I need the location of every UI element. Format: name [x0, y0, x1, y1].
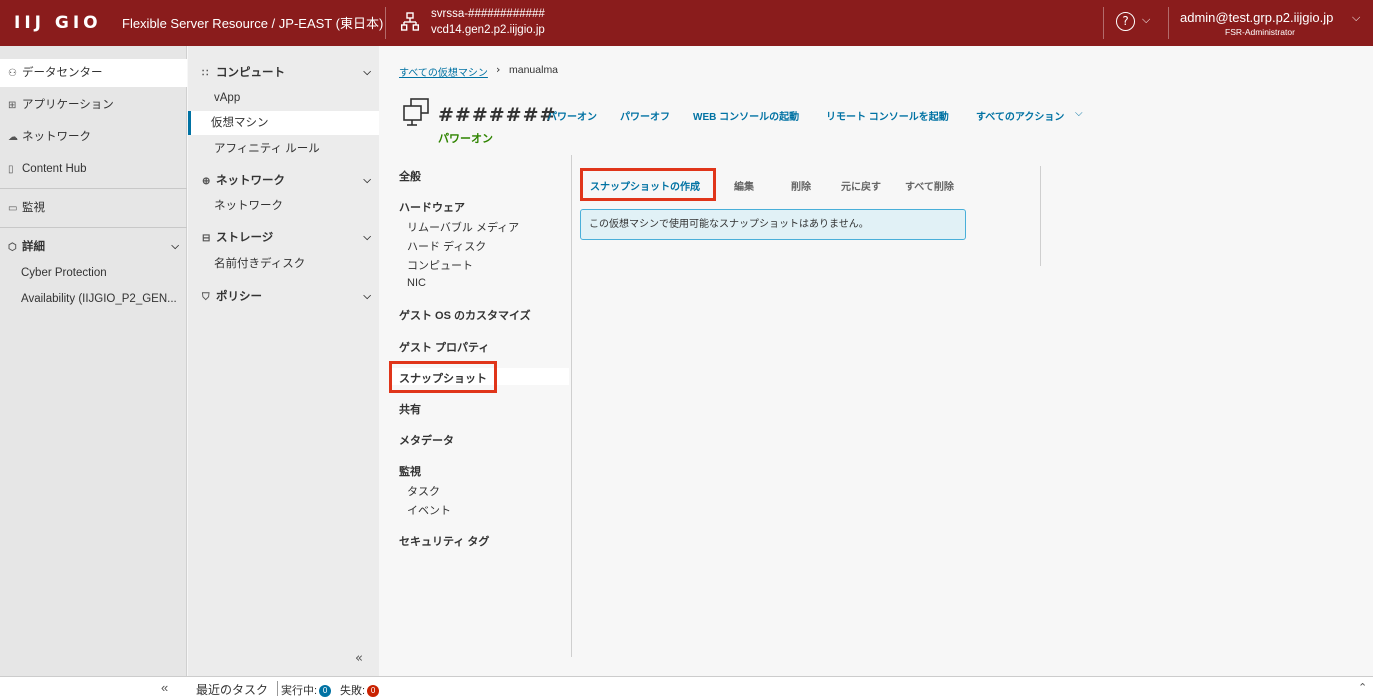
help-icon[interactable]: ?	[1116, 12, 1135, 31]
compute-icon: ∷	[202, 68, 209, 79]
footer-divider	[277, 681, 278, 696]
revert-snapshot-button[interactable]: 元に戻す	[841, 178, 881, 193]
recent-tasks-bar: « 最近のタスク 実行中: 0 失敗: 0 ⌃	[0, 676, 1373, 699]
vm-status: パワーオン	[438, 133, 493, 145]
primary-sidebar: ⚇ データセンター ⊞ アプリケーション ☁ ネットワーク ▯ Content Hub …	[0, 46, 187, 699]
breadcrumb-current: manualma	[509, 64, 559, 76]
monitor-icon: ▭	[8, 203, 18, 214]
running-tasks[interactable]: 実行中: 0	[281, 682, 332, 698]
chevron-down-icon: ⌵	[363, 291, 371, 302]
header-divider	[1168, 7, 1169, 39]
chevron-down-icon: ⌵	[363, 175, 371, 186]
chevron-down-icon[interactable]: ⌵	[1352, 11, 1360, 25]
chevron-down-icon[interactable]: ⌵	[1075, 108, 1083, 119]
sidebar-item-applications[interactable]: ⊞ アプリケーション	[0, 91, 187, 119]
sidebar-item-cyber-protection[interactable]: Cyber Protection	[0, 259, 187, 287]
nav-group-compute[interactable]: ∷ コンピュート ⌵	[188, 61, 379, 85]
organization-icon	[401, 12, 419, 31]
sidebar-divider	[0, 227, 187, 228]
user-role: FSR-Administrator	[1225, 27, 1295, 37]
power-off-button[interactable]: パワーオフ	[620, 108, 670, 123]
nav-item-networks[interactable]: ネットワーク	[188, 194, 379, 218]
iij-gio-logo[interactable]: IIJ GIO	[14, 13, 102, 33]
network-icon: ⊕	[202, 176, 211, 187]
section-nic[interactable]: NIC	[407, 277, 426, 289]
remote-console-button[interactable]: リモート コンソールを起動	[826, 108, 949, 123]
highlight-box-snapshot	[389, 361, 497, 393]
collapse-sidebar-icon[interactable]: «	[355, 651, 363, 666]
user-menu[interactable]: admin@test.grp.p2.iijgio.jp	[1180, 10, 1333, 25]
highlight-box-create-snapshot	[580, 168, 716, 201]
datacenter-icon: ⚇	[8, 68, 17, 79]
section-hard-disk[interactable]: ハード ディスク	[407, 238, 486, 254]
sidebar-item-details[interactable]: ⬡ 詳細 ⌵	[0, 233, 187, 261]
web-console-button[interactable]: WEB コンソールの起動	[693, 108, 799, 123]
section-tasks[interactable]: タスク	[407, 483, 440, 499]
nav-group-storage[interactable]: ⊟ ストレージ ⌵	[188, 226, 379, 250]
header-divider	[385, 7, 386, 39]
failed-tasks[interactable]: 失敗: 0	[340, 682, 380, 698]
sidebar-item-datacenter[interactable]: ⚇ データセンター	[0, 59, 187, 87]
section-metadata[interactable]: メタデータ	[399, 432, 454, 448]
vm-name: #######	[438, 104, 557, 126]
failed-count-badge: 0	[367, 685, 380, 698]
sidebar-divider	[0, 188, 187, 189]
chevron-down-icon: ⌵	[171, 241, 179, 252]
running-count-badge: 0	[319, 685, 332, 698]
nav-group-network[interactable]: ⊕ ネットワーク ⌵	[188, 169, 379, 193]
section-monitor[interactable]: 監視	[399, 463, 421, 479]
chevron-down-icon: ⌵	[363, 232, 371, 243]
collapse-nav-icon[interactable]: «	[161, 680, 168, 695]
section-guest-properties[interactable]: ゲスト プロパティ	[399, 339, 489, 355]
nav-item-vapp[interactable]: vApp	[188, 86, 379, 110]
sidebar-item-availability[interactable]: Availability (IIJGIO_P2_GEN...	[0, 285, 187, 313]
section-hardware[interactable]: ハードウェア	[399, 199, 465, 215]
section-divider	[571, 155, 572, 657]
storage-icon: ⊟	[202, 233, 211, 244]
section-security-tag[interactable]: セキュリティ タグ	[399, 533, 489, 549]
header-divider	[1103, 7, 1104, 39]
delete-snapshot-button[interactable]: 削除	[791, 178, 811, 193]
recent-tasks-label[interactable]: 最近のタスク	[196, 681, 268, 698]
cloud-icon: ☁	[8, 132, 18, 143]
expand-tasks-icon[interactable]: ⌃	[1358, 681, 1367, 694]
chevron-right-icon: ›	[496, 63, 501, 76]
power-on-button[interactable]: パワーオン	[547, 108, 597, 123]
all-actions-button[interactable]: すべてのアクション	[976, 108, 1064, 123]
product-title: Flexible Server Resource / JP-EAST (東日本)	[122, 16, 384, 31]
section-compute[interactable]: コンピュート	[407, 257, 473, 273]
nav-item-affinity-rules[interactable]: アフィニティ ルール	[188, 137, 379, 161]
shield-icon: ⛉	[202, 292, 210, 303]
vm-icon	[403, 98, 429, 126]
edit-snapshot-button[interactable]: 編集	[734, 178, 754, 193]
no-snapshots-alert: この仮想マシンで使用可能なスナップショットはありません。	[580, 209, 966, 240]
section-sharing[interactable]: 共有	[399, 401, 421, 417]
sidebar-item-network[interactable]: ☁ ネットワーク	[0, 123, 187, 151]
delete-all-snapshots-button[interactable]: すべて削除	[905, 178, 954, 193]
toolbar-divider	[1040, 166, 1041, 266]
org-name[interactable]: svrssa-############	[431, 8, 545, 20]
section-removable-media[interactable]: リムーバブル メディア	[407, 219, 519, 235]
node-icon: ⬡	[8, 242, 17, 253]
book-icon: ▯	[8, 164, 14, 175]
secondary-sidebar: ∷ コンピュート ⌵ vApp 仮想マシン アフィニティ ルール ⊕ ネットワーク …	[188, 46, 379, 676]
nav-item-vm[interactable]: 仮想マシン	[188, 111, 379, 135]
org-host: vcd14.gen2.p2.iijgio.jp	[431, 24, 545, 36]
section-events[interactable]: イベント	[407, 502, 451, 518]
sidebar-item-monitor[interactable]: ▭ 監視	[0, 194, 187, 222]
breadcrumb-all-vms[interactable]: すべての仮想マシン	[399, 64, 488, 79]
section-general[interactable]: 全般	[399, 168, 421, 184]
nav-item-named-disks[interactable]: 名前付きディスク	[188, 252, 379, 276]
section-guest-os-customization[interactable]: ゲスト OS のカスタマイズ	[399, 307, 531, 323]
chevron-down-icon[interactable]: ⌵	[1142, 13, 1150, 27]
top-header: IIJ GIO Flexible Server Resource / JP-EA…	[0, 0, 1373, 46]
sidebar-item-content-hub[interactable]: ▯ Content Hub	[0, 155, 187, 183]
grid-icon: ⊞	[8, 100, 17, 111]
nav-group-policy[interactable]: ⛉ ポリシー ⌵	[188, 285, 379, 309]
chevron-down-icon: ⌵	[363, 67, 371, 78]
